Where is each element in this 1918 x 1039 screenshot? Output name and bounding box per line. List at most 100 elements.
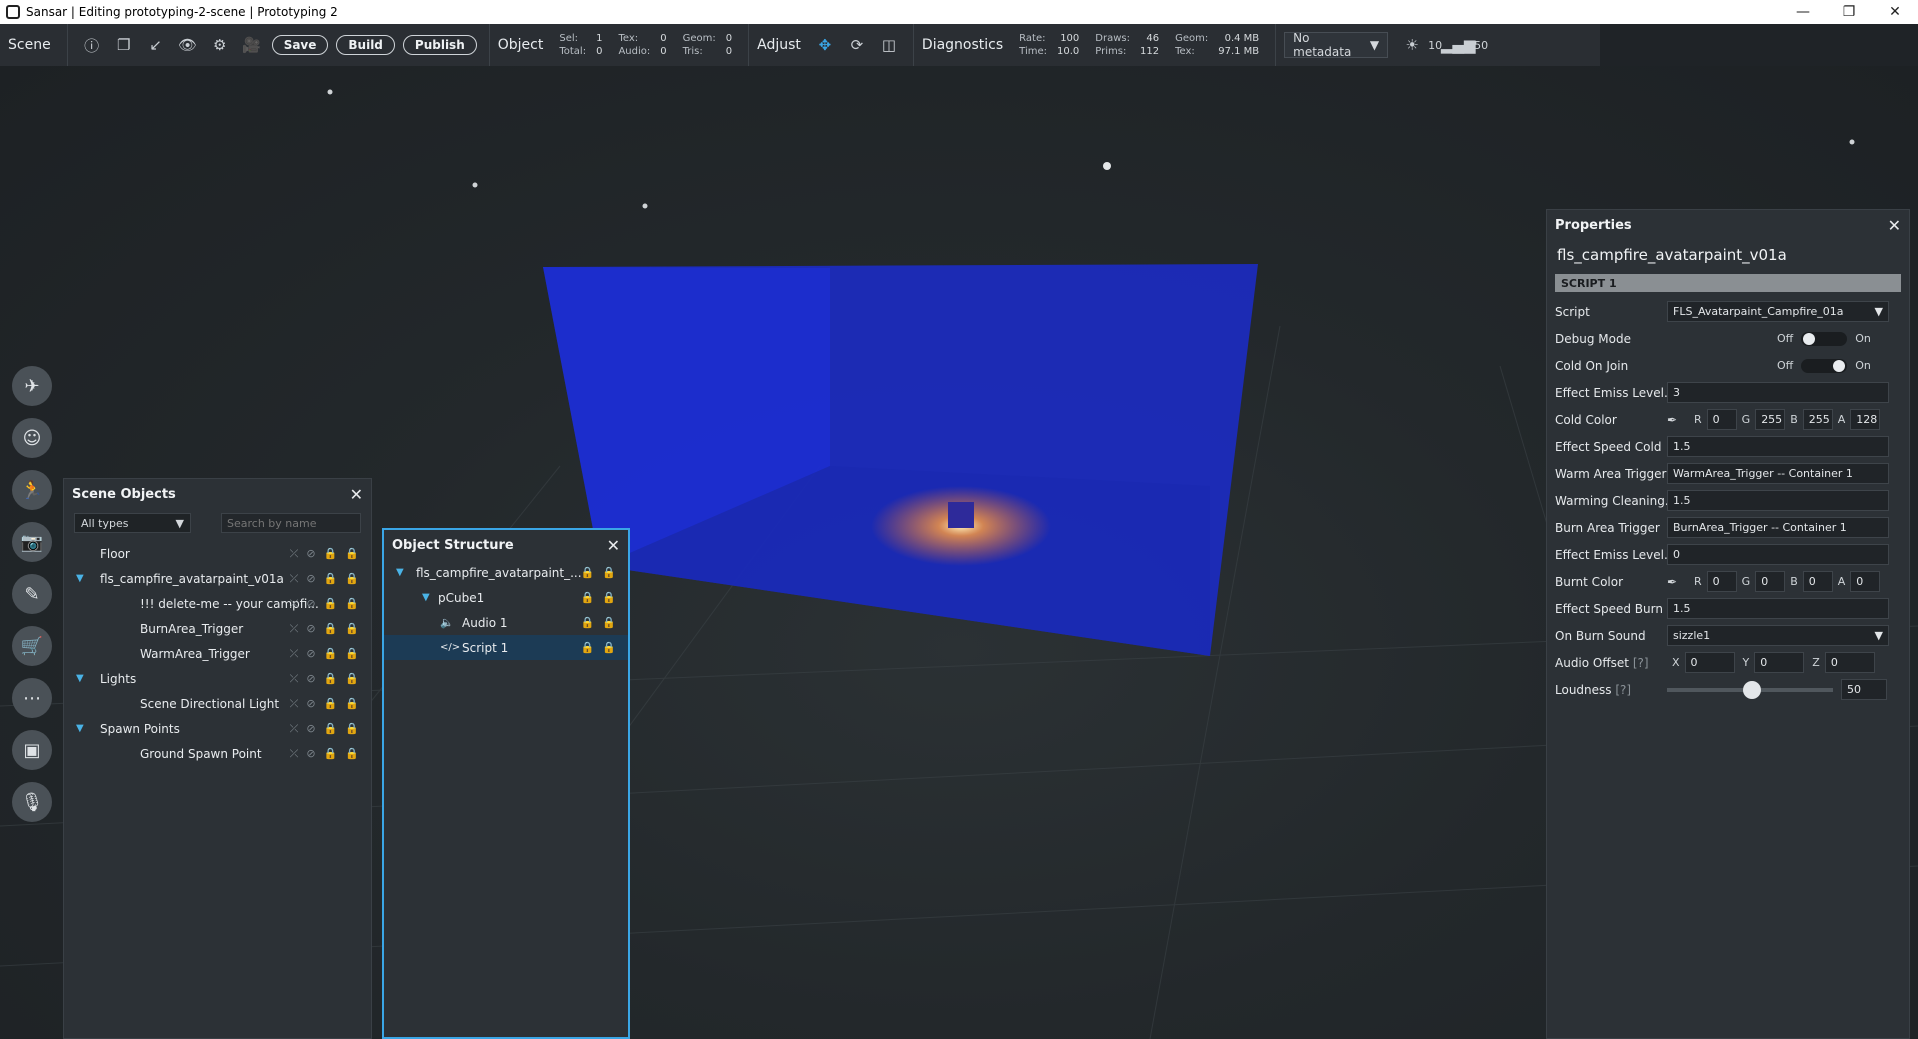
offset-y-field[interactable]: 0 (1754, 652, 1805, 673)
publish-button[interactable]: Publish (402, 35, 477, 55)
type-filter-select[interactable]: All types ▼ (74, 513, 191, 533)
script-select[interactable]: FLS_Avatarpaint_Campfire_01a ▼ (1667, 301, 1889, 322)
burnt-r-field[interactable]: 0 (1706, 571, 1737, 592)
eyedropper-icon[interactable]: ✒ (1667, 413, 1689, 427)
eyedropper-icon[interactable]: ✒ (1667, 575, 1689, 589)
scene-viewport[interactable]: ✈ ☺ 🏃 📷 ✎ 🛒 ⋯ ▣ 🎙 Scene Objects ✕ All ty… (0, 66, 1918, 1039)
lock-icon[interactable]: 🔒 (581, 566, 595, 579)
search-input[interactable] (221, 513, 361, 533)
camera-icon[interactable]: 🎥 (241, 34, 263, 56)
chevron-down-icon[interactable]: ▼ (396, 567, 410, 578)
burnt-b-field[interactable]: 0 (1802, 571, 1833, 592)
close-window-button[interactable]: ✕ (1872, 0, 1918, 24)
scene-tree-item[interactable]: BurnArea_Trigger ⤫ ⊘ 🔒 🔒 (64, 616, 371, 641)
structure-row-script[interactable]: </> Script 1 🔒 🔒 (384, 635, 628, 660)
offset-x-field[interactable]: 0 (1684, 652, 1735, 673)
run-icon[interactable]: 🏃 (12, 470, 52, 510)
maximize-button[interactable]: ❐ (1826, 0, 1872, 24)
lock-icon[interactable]: 🔒 (345, 697, 359, 711)
visibility-icon[interactable]: ⊘ (306, 547, 315, 561)
cold-g-field[interactable]: 255 (1755, 409, 1786, 430)
lock-icon[interactable]: 🔒 (324, 722, 338, 736)
lock-icon[interactable]: 🔒 (324, 697, 338, 711)
scale-icon[interactable]: ◫ (878, 34, 900, 56)
visibility-icon[interactable]: ⊘ (306, 747, 315, 761)
cold-a-field[interactable]: 128 (1850, 409, 1881, 430)
section-header[interactable]: SCRIPT 1 (1555, 274, 1901, 292)
lock-icon[interactable]: 🔒 (602, 591, 616, 604)
lock-icon[interactable]: 🔒 (345, 647, 359, 661)
lock-icon[interactable]: 🔒 (324, 747, 338, 761)
build-button[interactable]: Build (336, 35, 395, 55)
scene-tree-item[interactable]: ▼ Lights ⤫ ⊘ 🔒 🔒 (64, 666, 371, 691)
slider-thumb[interactable] (1743, 680, 1761, 699)
loudness-field[interactable]: 50 (1841, 679, 1887, 700)
pin-icon[interactable]: ⤫ (290, 722, 299, 736)
visibility-icon[interactable]: ⊘ (306, 597, 315, 611)
lock-icon[interactable]: 🔒 (345, 572, 359, 586)
scene-tree-item[interactable]: ▼ Spawn Points ⤫ ⊘ 🔒 🔒 (64, 716, 371, 741)
lock-icon[interactable]: 🔒 (345, 622, 359, 636)
more-icon[interactable]: ⋯ (12, 678, 52, 718)
cold-join-toggle[interactable] (1801, 358, 1848, 373)
lock-icon[interactable]: 🔒 (581, 616, 595, 629)
info-icon[interactable]: ⓘ (81, 34, 103, 56)
burn-sound-select[interactable]: sizzle1 ▼ (1667, 625, 1889, 646)
lock-icon[interactable]: 🔒 (602, 641, 616, 654)
pin-icon[interactable]: ⤫ (290, 697, 299, 711)
box-icon[interactable]: ▣ (12, 730, 52, 770)
visibility-icon[interactable]: ⊘ (306, 697, 315, 711)
speed-cold-field[interactable]: 1.5 (1667, 436, 1889, 457)
chevron-down-icon[interactable]: ▼ (76, 723, 90, 734)
close-icon[interactable]: ✕ (1888, 216, 1901, 235)
metadata-select[interactable]: No metadata ▼ (1284, 31, 1389, 59)
scene-tree-item[interactable]: Scene Directional Light ⤫ ⊘ 🔒 🔒 (64, 691, 371, 716)
pin-icon[interactable]: ⤫ (290, 597, 299, 611)
minimize-button[interactable]: — (1780, 0, 1826, 24)
lock-icon[interactable]: 🔒 (345, 747, 359, 761)
pin-icon[interactable]: ⤫ (290, 647, 299, 661)
warm-trigger-field[interactable]: WarmArea_Trigger -- Container 1 (1667, 463, 1889, 484)
scene-tree-item[interactable]: ▼ fls_campfire_avatarpaint_v01a ⤫ ⊘ 🔒 🔒 (64, 566, 371, 591)
eye-icon[interactable]: 👁 (177, 34, 199, 56)
visibility-icon[interactable]: ⊘ (306, 572, 315, 586)
close-icon[interactable]: ✕ (607, 536, 620, 555)
lock-icon[interactable]: 🔒 (324, 572, 338, 586)
cold-b-field[interactable]: 255 (1802, 409, 1833, 430)
lock-icon[interactable]: 🔒 (345, 722, 359, 736)
pin-icon[interactable]: ⤫ (290, 672, 299, 686)
emiss-field[interactable]: 3 (1667, 382, 1889, 403)
visibility-icon[interactable]: ⊘ (306, 647, 315, 661)
import-icon[interactable]: ↙ (145, 34, 167, 56)
gear-icon[interactable]: ⚙ (209, 34, 231, 56)
lock-icon[interactable]: 🔒 (324, 647, 338, 661)
lock-icon[interactable]: 🔒 (345, 547, 359, 561)
warming-field[interactable]: 1.5 (1667, 490, 1889, 511)
pin-icon[interactable]: ⤫ (290, 572, 299, 586)
lock-icon[interactable]: 🔒 (324, 597, 338, 611)
signal-bars-icon[interactable]: ▂▄▆ (1441, 34, 1476, 56)
visibility-icon[interactable]: ⊘ (306, 622, 315, 636)
lock-icon[interactable]: 🔒 (581, 591, 595, 604)
structure-row-root[interactable]: ▼ fls_campfire_avatarpaint_... 🔒 🔒 (384, 560, 628, 585)
close-icon[interactable]: ✕ (350, 485, 363, 504)
offset-z-field[interactable]: 0 (1824, 652, 1875, 673)
microphone-icon[interactable]: 🎙 (12, 782, 52, 822)
chevron-down-icon[interactable]: ▼ (76, 673, 90, 684)
fly-icon[interactable]: ✈ (12, 366, 52, 406)
sun-icon[interactable]: ☀ (1401, 34, 1423, 56)
lock-icon[interactable]: 🔒 (324, 547, 338, 561)
chevron-down-icon[interactable]: ▼ (76, 573, 90, 584)
lock-icon[interactable]: 🔒 (602, 566, 616, 579)
burnt-g-field[interactable]: 0 (1755, 571, 1786, 592)
scene-tree-item[interactable]: WarmArea_Trigger ⤫ ⊘ 🔒 🔒 (64, 641, 371, 666)
pin-icon[interactable]: ⤫ (290, 622, 299, 636)
burnt-a-field[interactable]: 0 (1850, 571, 1881, 592)
visibility-icon[interactable]: ⊘ (306, 722, 315, 736)
help-icon[interactable]: [?] (1633, 656, 1649, 670)
lock-icon[interactable]: 🔒 (345, 672, 359, 686)
structure-row-pcube[interactable]: ▼ pCube1 🔒 🔒 (384, 585, 628, 610)
rotate-icon[interactable]: ⟳ (846, 34, 868, 56)
help-icon[interactable]: [?] (1615, 683, 1631, 697)
visibility-icon[interactable]: ⊘ (306, 672, 315, 686)
